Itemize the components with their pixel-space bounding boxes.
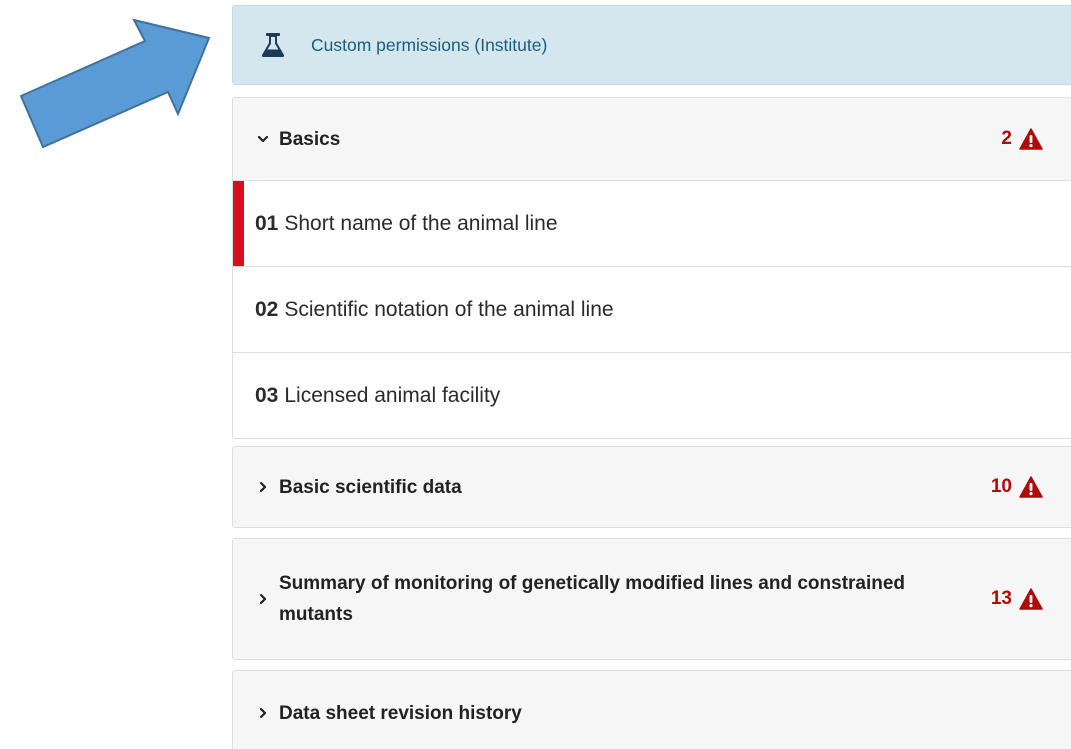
warning-count: 10 (990, 476, 1012, 497)
section-title: Data sheet revision history (279, 702, 522, 724)
item-label: Scientific notation of the animal line (284, 297, 614, 321)
warning-triangle-icon (1019, 588, 1043, 610)
flask-icon (261, 32, 285, 58)
item-label: Short name of the animal line (284, 211, 558, 235)
section-header-basic-scientific-data[interactable]: Basic scientific data 10 (233, 447, 1071, 527)
list-item-scientific-notation[interactable]: 02 Scientific notation of the animal lin… (233, 266, 1071, 352)
section-title: Basics (279, 128, 341, 150)
section-header-monitoring-summary[interactable]: Summary of monitoring of genetically mod… (233, 539, 1071, 659)
section-title: Summary of monitoring of genetically mod… (279, 573, 906, 625)
banner-label: Custom permissions (Institute) (311, 34, 548, 55)
item-number: 02 (255, 297, 279, 321)
item-label: Licensed animal facility (284, 383, 501, 407)
section-header-revision-history[interactable]: Data sheet revision history (233, 671, 1071, 749)
custom-permissions-banner[interactable]: Custom permissions (Institute) (232, 5, 1071, 85)
section-title: Basic scientific data (279, 476, 462, 498)
item-number: 01 (255, 211, 279, 235)
chevron-right-icon (257, 707, 269, 719)
chevron-right-icon (257, 481, 269, 493)
chevron-down-icon (257, 133, 269, 145)
page: Custom permissions (Institute) Basics 2 (0, 0, 1071, 749)
annotation-arrow (19, 18, 211, 149)
chevron-right-icon (257, 593, 269, 605)
section-basics: Basics 2 01 Short name of the animal lin… (232, 97, 1071, 439)
list-item-short-name[interactable]: 01 Short name of the animal line (233, 180, 1071, 266)
warning-count: 2 (1001, 128, 1012, 149)
section-basic-scientific-data: Basic scientific data 10 (232, 446, 1071, 528)
section-monitoring-summary: Summary of monitoring of genetically mod… (232, 538, 1071, 660)
warning-triangle-icon (1019, 128, 1043, 150)
list-item-licensed-facility[interactable]: 03 Licensed animal facility (233, 352, 1071, 438)
section-header-basics[interactable]: Basics 2 (233, 98, 1071, 180)
warning-count: 13 (990, 588, 1012, 609)
warning-triangle-icon (1019, 476, 1043, 498)
section-revision-history: Data sheet revision history (232, 670, 1071, 749)
item-number: 03 (255, 383, 279, 407)
